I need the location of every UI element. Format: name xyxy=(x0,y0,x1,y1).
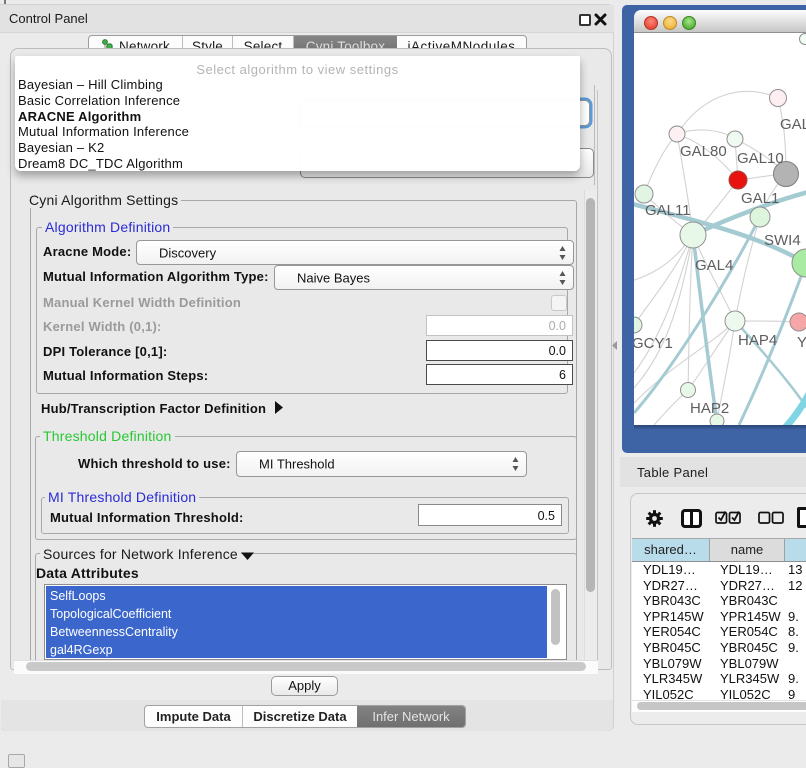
svg-text:Y: Y xyxy=(797,334,806,351)
svg-text:GAL80: GAL80 xyxy=(680,143,727,160)
svg-text:GAL4: GAL4 xyxy=(695,257,733,274)
svg-text:GCY1: GCY1 xyxy=(634,335,673,352)
svg-text:GAL10: GAL10 xyxy=(737,150,784,167)
svg-text:HAP4: HAP4 xyxy=(738,332,777,349)
svg-text:GAL11: GAL11 xyxy=(645,202,691,219)
svg-text:SWI4: SWI4 xyxy=(764,232,801,249)
svg-text:GAL: GAL xyxy=(780,116,806,133)
svg-text:GAL1: GAL1 xyxy=(741,190,779,207)
svg-text:HAP2: HAP2 xyxy=(690,400,729,417)
